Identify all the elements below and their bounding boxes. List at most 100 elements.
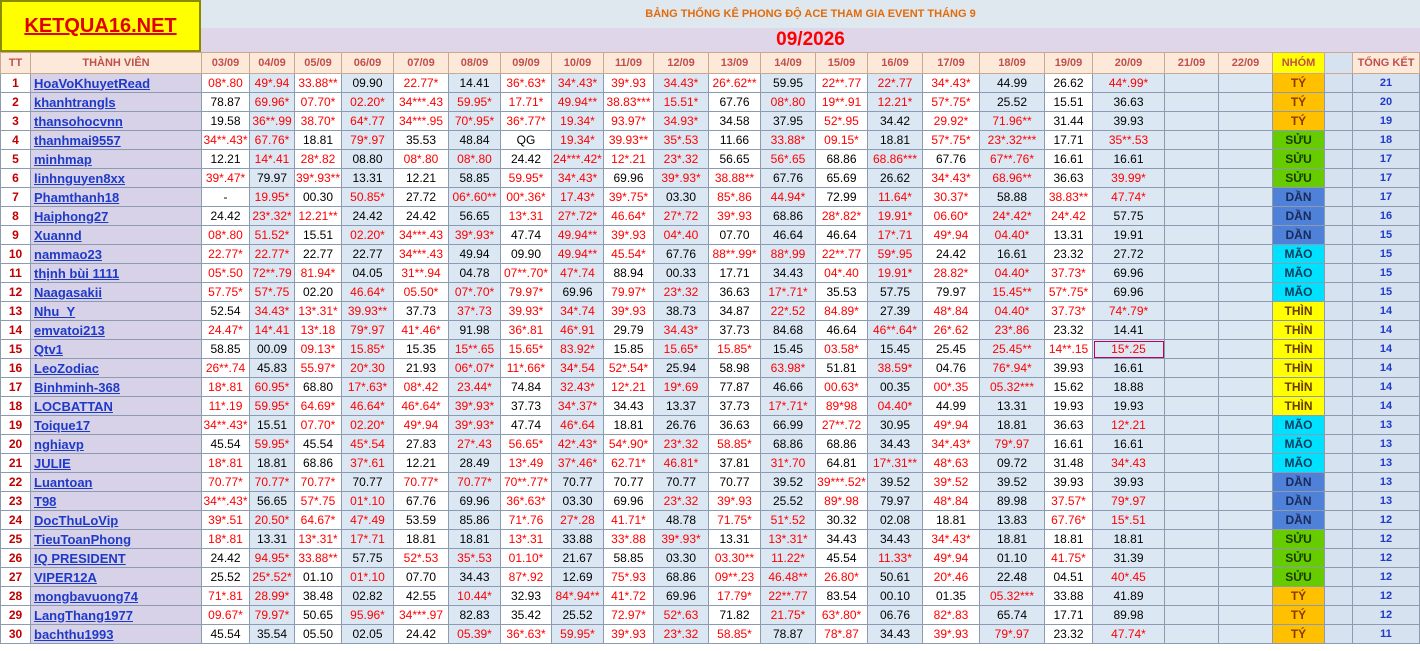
score-cell[interactable]: 39.93 xyxy=(1044,472,1093,492)
score-cell[interactable]: 31.39 xyxy=(1092,548,1165,568)
member-link[interactable]: LOCBATTAN xyxy=(30,396,202,416)
score-cell[interactable]: 16.61 xyxy=(1092,358,1165,378)
score-cell[interactable]: 51.52* xyxy=(249,225,295,245)
score-cell[interactable]: 36**.99 xyxy=(249,111,295,131)
member-link[interactable]: HoaVoKhuyetRead xyxy=(30,73,202,93)
score-cell[interactable]: 45.54 xyxy=(201,624,250,644)
score-cell[interactable]: 11.33* xyxy=(867,548,923,568)
score-cell[interactable]: 28.99* xyxy=(249,586,295,606)
score-cell-empty[interactable] xyxy=(1218,377,1273,397)
score-cell-empty[interactable] xyxy=(1164,339,1219,359)
score-cell[interactable]: 87*.92 xyxy=(500,567,552,587)
score-cell-empty[interactable] xyxy=(1164,529,1219,549)
score-cell[interactable]: 49.94** xyxy=(551,225,604,245)
score-cell[interactable]: 30.37* xyxy=(922,187,980,207)
score-cell[interactable]: 15*.25 xyxy=(1092,339,1165,359)
score-cell[interactable]: 71.96** xyxy=(979,111,1045,131)
score-cell[interactable]: 35.42 xyxy=(500,605,552,625)
score-cell[interactable]: 57.75 xyxy=(867,282,923,302)
score-cell[interactable]: 59*.95 xyxy=(867,244,923,264)
score-cell[interactable]: 27*.28 xyxy=(551,510,604,530)
score-cell[interactable]: 34.43* xyxy=(653,320,709,340)
score-cell[interactable]: 08.80 xyxy=(341,149,394,169)
score-cell[interactable]: 04.40* xyxy=(979,301,1045,321)
score-cell-empty[interactable] xyxy=(1218,206,1273,226)
score-cell[interactable]: 79*.97 xyxy=(979,624,1045,644)
score-cell[interactable]: 52*.54* xyxy=(603,358,654,378)
score-cell[interactable]: 15.65* xyxy=(653,339,709,359)
member-link[interactable]: Toique17 xyxy=(30,415,202,435)
score-cell[interactable]: 35*.53 xyxy=(653,130,709,150)
score-cell[interactable]: 40*.45 xyxy=(1092,567,1165,587)
score-cell[interactable]: 18.81 xyxy=(867,130,923,150)
score-cell[interactable]: 02.20* xyxy=(341,92,394,112)
score-cell[interactable]: 79.97* xyxy=(500,282,552,302)
member-link[interactable]: IQ PRESIDENT xyxy=(30,548,202,568)
score-cell[interactable]: 72.97* xyxy=(603,605,654,625)
score-cell[interactable]: 79*.97 xyxy=(979,434,1045,454)
score-cell[interactable]: 57.75* xyxy=(201,282,250,302)
score-cell[interactable]: 02.20 xyxy=(294,282,342,302)
score-cell[interactable]: 35.54 xyxy=(249,624,295,644)
score-cell[interactable]: 66.99 xyxy=(760,415,816,435)
score-cell[interactable]: 79*.97 xyxy=(341,320,394,340)
score-cell[interactable]: 07*.70* xyxy=(448,282,501,302)
score-cell[interactable]: 05.32*** xyxy=(979,377,1045,397)
score-cell[interactable]: 79.97 xyxy=(867,491,923,511)
score-cell-empty[interactable] xyxy=(1218,244,1273,264)
score-cell[interactable]: 24.47* xyxy=(201,320,250,340)
score-cell[interactable]: 16.61 xyxy=(1092,149,1165,169)
score-cell[interactable]: 39.93** xyxy=(341,301,394,321)
score-cell[interactable]: 30.32 xyxy=(815,510,868,530)
score-cell[interactable]: 46.66 xyxy=(760,377,816,397)
score-cell[interactable]: 13.31 xyxy=(1044,225,1093,245)
score-cell[interactable]: 05.32*** xyxy=(979,586,1045,606)
score-cell[interactable]: 33.88** xyxy=(294,73,342,93)
score-cell[interactable]: 00*.35 xyxy=(922,377,980,397)
score-cell[interactable]: 56.65 xyxy=(249,491,295,511)
score-cell-empty[interactable] xyxy=(1164,130,1219,150)
score-cell-empty[interactable] xyxy=(1164,282,1219,302)
score-cell[interactable]: 48.84 xyxy=(448,130,501,150)
score-cell[interactable]: 15.51 xyxy=(1044,92,1093,112)
score-cell[interactable]: 55.97* xyxy=(294,358,342,378)
score-cell[interactable]: 04.76 xyxy=(922,358,980,378)
score-cell[interactable]: 36*.81 xyxy=(500,320,552,340)
score-cell[interactable]: 70.77 xyxy=(708,472,761,492)
score-cell[interactable]: 13.31 xyxy=(708,529,761,549)
score-cell[interactable]: 05*.50 xyxy=(201,263,250,283)
score-cell[interactable]: 70.77* xyxy=(393,472,449,492)
score-cell[interactable]: 17*.63* xyxy=(341,377,394,397)
score-cell-empty[interactable] xyxy=(1218,491,1273,511)
score-cell[interactable]: 21.93 xyxy=(393,358,449,378)
score-cell[interactable]: 59.95* xyxy=(249,396,295,416)
score-cell[interactable]: 15*.51 xyxy=(1092,510,1165,530)
score-cell[interactable]: 08*.42 xyxy=(393,377,449,397)
score-cell[interactable]: 13*.31 xyxy=(500,206,552,226)
score-cell[interactable]: 01.35 xyxy=(922,586,980,606)
score-cell[interactable]: 68.86 xyxy=(294,453,342,473)
score-cell[interactable]: 58.88 xyxy=(979,187,1045,207)
score-cell[interactable]: 19.34* xyxy=(551,111,604,131)
score-cell[interactable]: 45*.54 xyxy=(341,434,394,454)
score-cell[interactable]: 34*.43* xyxy=(922,529,980,549)
score-cell-empty[interactable] xyxy=(1164,244,1219,264)
score-cell[interactable]: 39.93 xyxy=(1092,111,1165,131)
score-cell[interactable]: 23*.32* xyxy=(249,206,295,226)
score-cell[interactable]: 45.54 xyxy=(815,548,868,568)
score-cell[interactable]: 29.92* xyxy=(922,111,980,131)
score-cell[interactable]: 23.32 xyxy=(1044,244,1093,264)
score-cell[interactable]: 69.96 xyxy=(1092,263,1165,283)
score-cell[interactable]: 74.84 xyxy=(500,377,552,397)
score-cell[interactable]: 36.63 xyxy=(1044,415,1093,435)
score-cell[interactable]: 67.76 xyxy=(922,149,980,169)
score-cell[interactable]: 17*.71 xyxy=(341,529,394,549)
score-cell[interactable]: 13.83 xyxy=(979,510,1045,530)
score-cell[interactable]: 27*.72 xyxy=(653,206,709,226)
score-cell[interactable]: 41.75* xyxy=(1044,548,1093,568)
score-cell[interactable]: 13*.31* xyxy=(294,529,342,549)
score-cell[interactable]: 70.77 xyxy=(653,472,709,492)
score-cell[interactable]: 00*.36* xyxy=(500,187,552,207)
score-cell[interactable]: 88.94 xyxy=(603,263,654,283)
score-cell[interactable]: 78.87 xyxy=(760,624,816,644)
